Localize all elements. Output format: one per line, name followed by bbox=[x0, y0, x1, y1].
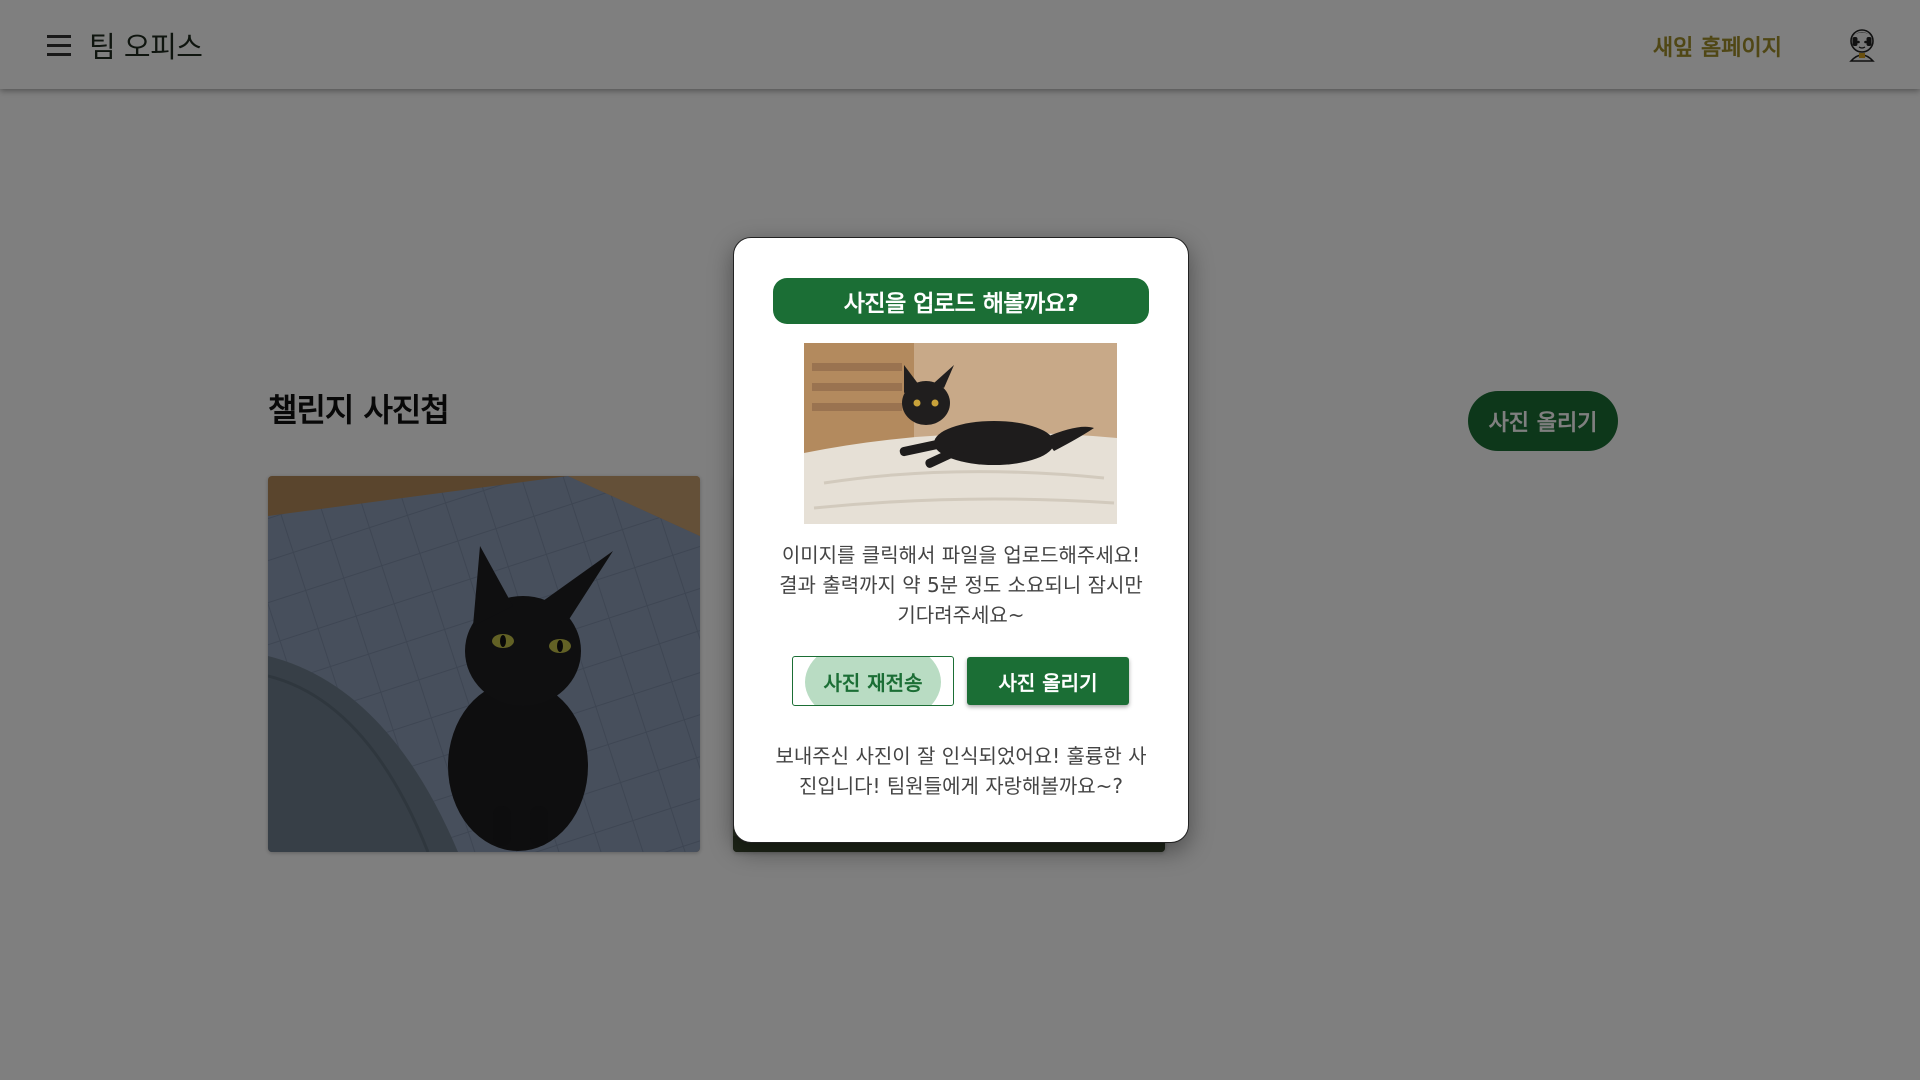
upload-photo-dialog-button[interactable]: 사진 올리기 bbox=[967, 657, 1129, 705]
upload-dialog: 사진을 업로드 해볼까요? 이미지를 클릭해서 파일을 업로드해주세요! 결과 … bbox=[733, 237, 1189, 843]
result-line: 보내주신 사진이 잘 인식되었어요! 훌륭한 사 bbox=[775, 744, 1147, 768]
dialog-description: 이미지를 클릭해서 파일을 업로드해주세요! 결과 출력까지 약 5분 정도 소… bbox=[754, 540, 1168, 630]
page: 팀 오피스 새잎 홈페이지 챌린지 사진첩 사진 올리기 bbox=[0, 0, 1920, 1080]
resend-button-label: 사진 재전송 bbox=[823, 670, 923, 695]
resend-photo-button[interactable]: 사진 재전송 bbox=[792, 656, 954, 706]
dialog-upload-image[interactable] bbox=[804, 343, 1117, 524]
dialog-result-message: 보내주신 사진이 잘 인식되었어요! 훌륭한 사 진입니다! 팀원들에게 자랑해… bbox=[764, 741, 1158, 801]
cat-photo bbox=[804, 343, 1117, 524]
dialog-title: 사진을 업로드 해볼까요? bbox=[773, 278, 1149, 324]
description-line: 결과 출력까지 약 5분 정도 소요되니 잠시만 bbox=[779, 573, 1143, 597]
description-line: 이미지를 클릭해서 파일을 업로드해주세요! bbox=[781, 543, 1141, 567]
result-line: 진입니다! 팀원들에게 자랑해볼까요~? bbox=[798, 774, 1124, 798]
description-line: 기다려주세요~ bbox=[897, 603, 1025, 627]
